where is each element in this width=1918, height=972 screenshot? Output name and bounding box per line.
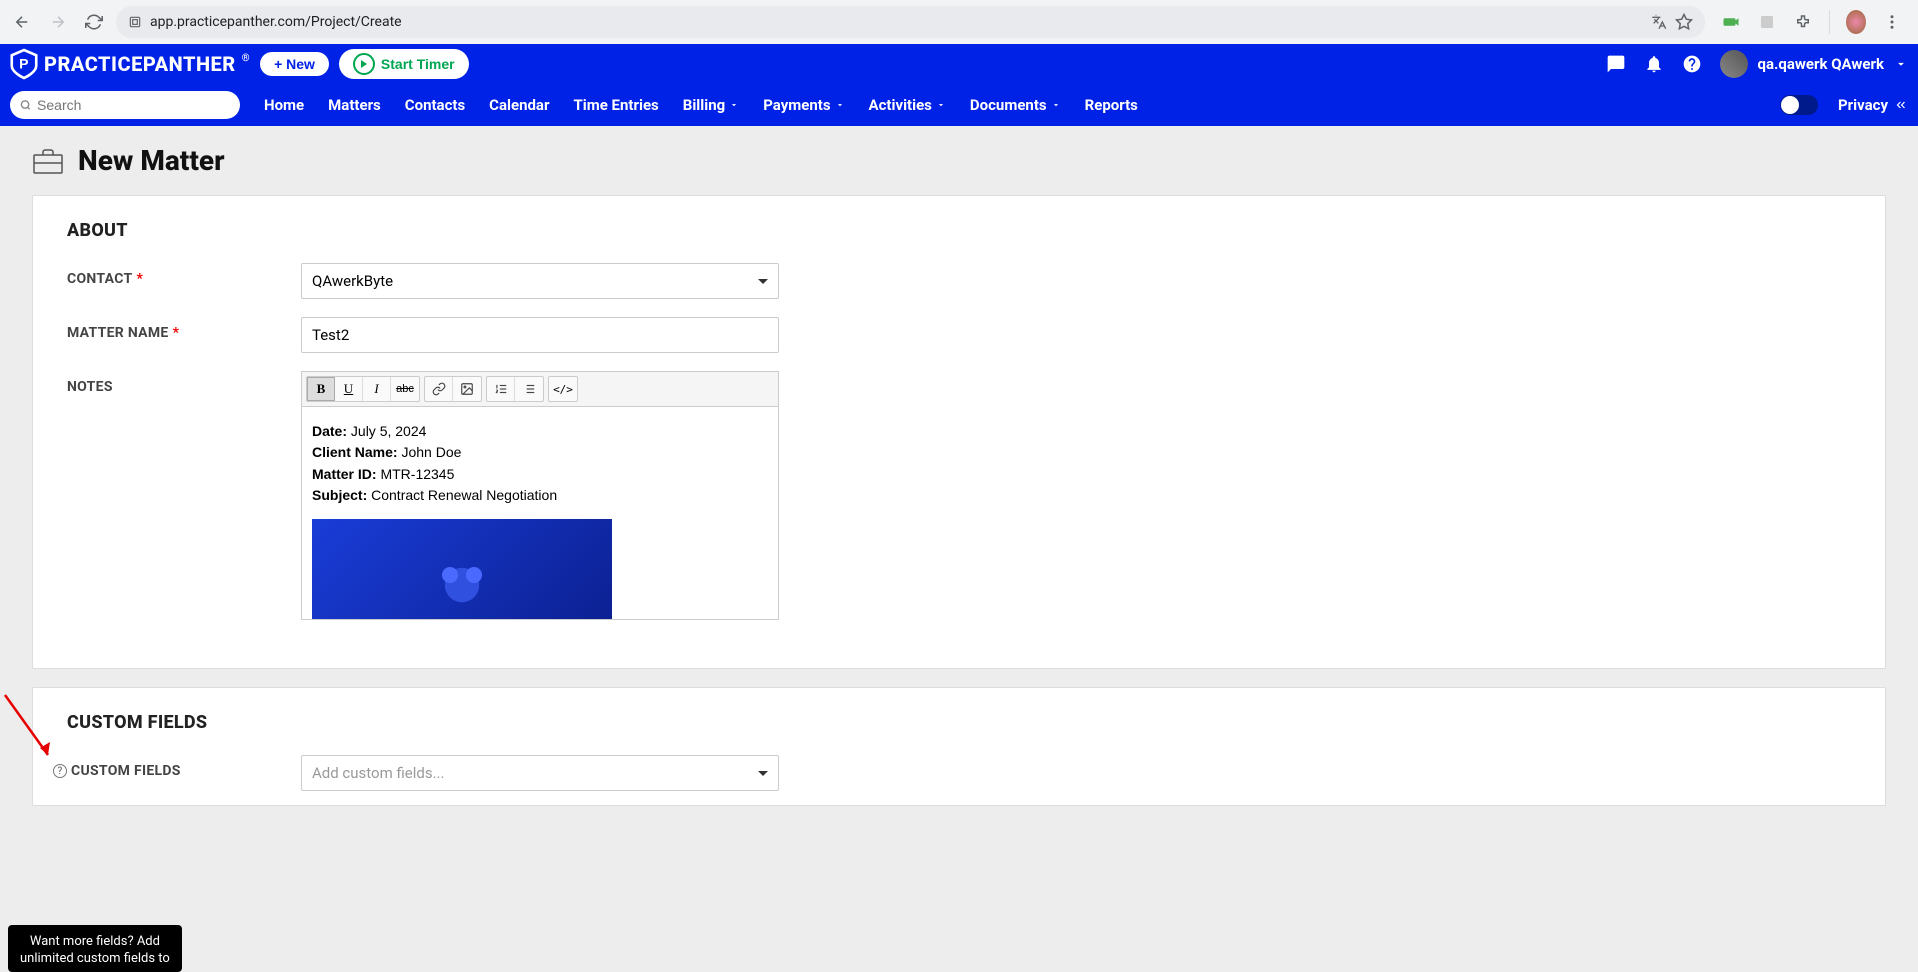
page-header: New Matter (32, 144, 1886, 177)
contact-select[interactable]: QAwerkByte (301, 263, 779, 299)
app-logo[interactable]: P PRACTICEPANTHER ® (10, 48, 250, 80)
matter-name-label: MATTER NAME* (67, 317, 301, 341)
contact-label: CONTACT* (67, 263, 301, 287)
chevron-down-icon (835, 100, 845, 110)
user-menu[interactable]: qa.qawerk QAwerk (1720, 50, 1908, 78)
custom-fields-placeholder: Add custom fields... (312, 764, 444, 782)
matter-name-input-wrap (301, 317, 779, 353)
strikethrough-button[interactable]: abc (391, 377, 419, 401)
extension-icon-1[interactable] (1721, 12, 1741, 32)
chevron-down-icon (936, 100, 946, 110)
chevron-double-left-icon (1894, 98, 1908, 112)
app-top-bar: P PRACTICEPANTHER ® + New Start Timer qa… (0, 44, 1918, 84)
image-button[interactable] (453, 377, 481, 401)
notes-editor: B U I abc (301, 371, 779, 620)
svg-text:P: P (19, 55, 29, 71)
search-field[interactable] (37, 97, 230, 113)
main-nav: Home Matters Contacts Calendar Time Entr… (0, 84, 1918, 126)
messages-icon[interactable] (1606, 54, 1626, 74)
custom-fields-select[interactable]: Add custom fields... (301, 755, 779, 791)
nav-billing[interactable]: Billing (683, 96, 739, 114)
avatar (1720, 50, 1748, 78)
nav-time-entries[interactable]: Time Entries (573, 96, 658, 114)
search-icon (20, 99, 31, 111)
nav-contacts[interactable]: Contacts (405, 96, 465, 114)
logo-shield-icon: P (10, 48, 38, 80)
help-icon[interactable] (1682, 54, 1702, 74)
browser-toolbar: app.practicepanther.com/Project/Create (0, 0, 1918, 44)
chevron-down-icon (1051, 100, 1061, 110)
custom-fields-tooltip: Want more fields? Add unlimited custom f… (8, 925, 182, 972)
caret-down-icon (758, 771, 768, 776)
about-card: ABOUT CONTACT* QAwerkByte MATTER NAME* (32, 195, 1886, 669)
link-button[interactable] (425, 377, 453, 401)
custom-fields-label: ? CUSTOM FIELDS (53, 755, 301, 779)
chevron-down-icon (729, 100, 739, 110)
search-input[interactable] (10, 91, 240, 119)
nav-home[interactable]: Home (264, 96, 304, 114)
translate-icon[interactable] (1651, 14, 1667, 30)
site-info-icon[interactable] (128, 15, 142, 29)
privacy-toggle[interactable] (1780, 95, 1818, 115)
nav-activities[interactable]: Activities (869, 96, 946, 114)
help-question-icon[interactable]: ? (53, 764, 67, 778)
custom-fields-row: ? CUSTOM FIELDS Add custom fields... (53, 755, 1851, 791)
extension-icon-2[interactable] (1757, 12, 1777, 32)
ordered-list-button[interactable] (487, 377, 515, 401)
privacy-label[interactable]: Privacy (1838, 96, 1908, 114)
chevron-down-icon (1894, 57, 1908, 71)
italic-button[interactable]: I (363, 377, 391, 401)
nav-reports[interactable]: Reports (1085, 96, 1138, 114)
about-heading: ABOUT (67, 220, 1851, 241)
underline-button[interactable]: U (335, 377, 363, 401)
bookmark-star-icon[interactable] (1675, 13, 1693, 31)
contact-row: CONTACT* QAwerkByte (67, 263, 1851, 299)
note-embedded-image (312, 519, 612, 619)
reload-button[interactable] (80, 8, 108, 36)
matter-name-row: MATTER NAME* (67, 317, 1851, 353)
bold-button[interactable]: B (307, 377, 335, 401)
editor-toolbar: B U I abc (302, 372, 778, 407)
notifications-icon[interactable] (1644, 54, 1664, 74)
custom-fields-heading: CUSTOM FIELDS (67, 712, 1851, 733)
back-button[interactable] (8, 8, 36, 36)
nav-matters[interactable]: Matters (328, 96, 381, 114)
user-name-label: qa.qawerk QAwerk (1758, 55, 1884, 73)
notes-row: NOTES B U I abc (67, 371, 1851, 620)
new-button[interactable]: + New (260, 52, 329, 76)
brand-text: PRACTICEPANTHER (44, 52, 236, 76)
url-text: app.practicepanther.com/Project/Create (150, 14, 1643, 30)
nav-documents[interactable]: Documents (970, 96, 1061, 114)
page-title: New Matter (78, 144, 225, 177)
custom-fields-card: CUSTOM FIELDS ? CUSTOM FIELDS Add custom… (32, 687, 1886, 806)
play-icon (353, 53, 375, 75)
briefcase-icon (32, 147, 64, 175)
extensions-puzzle-icon[interactable] (1793, 12, 1813, 32)
contact-value: QAwerkByte (312, 272, 393, 290)
forward-button[interactable] (44, 8, 72, 36)
nav-calendar[interactable]: Calendar (489, 96, 549, 114)
editor-content[interactable]: Date: July 5, 2024 Client Name: John Doe… (302, 407, 778, 619)
matter-name-input[interactable] (312, 326, 768, 344)
chrome-menu-icon[interactable] (1882, 12, 1902, 32)
code-view-button[interactable]: </> (549, 377, 577, 401)
chrome-extension-area (1713, 10, 1910, 34)
profile-avatar-icon[interactable] (1846, 12, 1866, 32)
divider (1829, 10, 1830, 34)
start-timer-button[interactable]: Start Timer (339, 49, 469, 79)
notes-label: NOTES (67, 371, 301, 395)
nav-payments[interactable]: Payments (763, 96, 844, 114)
url-bar[interactable]: app.practicepanther.com/Project/Create (116, 6, 1705, 38)
page-content: New Matter ABOUT CONTACT* QAwerkByte MAT… (0, 126, 1918, 972)
unordered-list-button[interactable] (515, 377, 543, 401)
caret-down-icon (758, 279, 768, 284)
